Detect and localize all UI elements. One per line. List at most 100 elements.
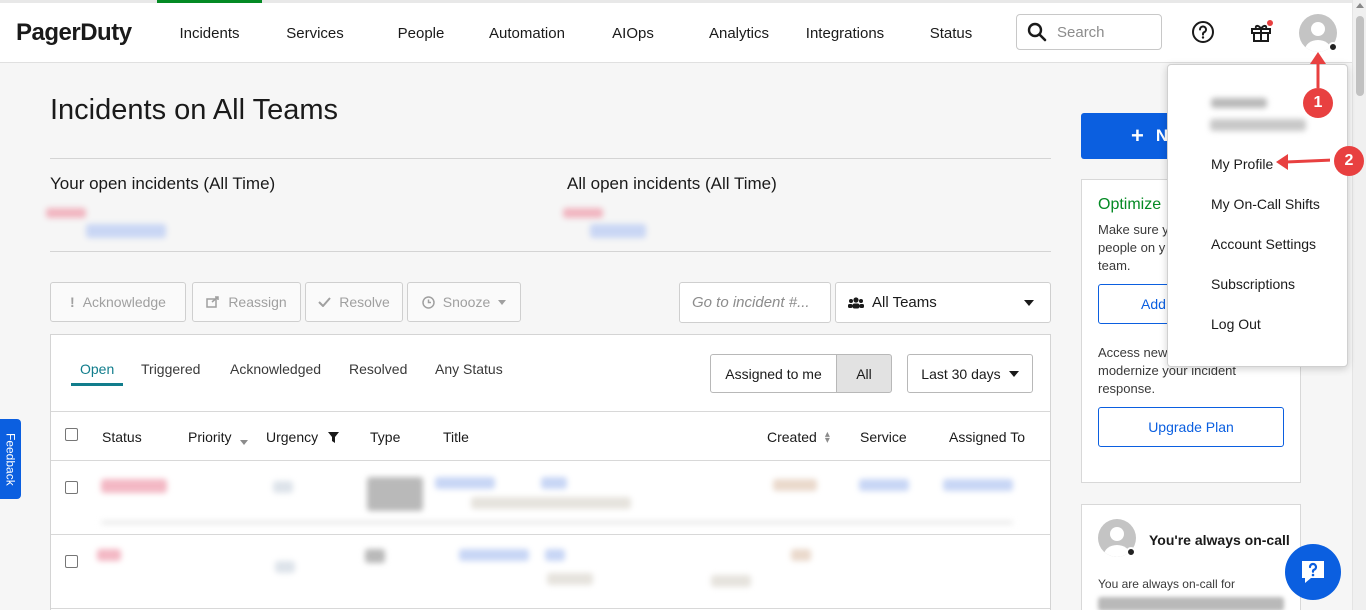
assigned-to-me-toggle[interactable]: Assigned to me bbox=[710, 354, 837, 393]
nav-integrations[interactable]: Integrations bbox=[796, 3, 894, 63]
blurred-cell bbox=[773, 479, 817, 491]
row-divider bbox=[51, 534, 1050, 535]
pagerduty-logo[interactable]: PagerDuty bbox=[16, 19, 132, 47]
reassign-label: Reassign bbox=[228, 294, 287, 310]
column-priority[interactable]: Priority bbox=[188, 429, 248, 445]
nav-people[interactable]: People bbox=[376, 3, 466, 63]
search-input[interactable]: Search bbox=[1016, 14, 1162, 50]
column-created-label: Created bbox=[767, 429, 817, 445]
top-navigation-bar: PagerDuty Incidents Services People Auto… bbox=[0, 0, 1352, 63]
blurred-cell bbox=[459, 549, 529, 561]
column-service[interactable]: Service bbox=[860, 429, 907, 445]
column-title[interactable]: Title bbox=[443, 429, 469, 445]
blurred-cell bbox=[435, 477, 495, 489]
nav-aiops[interactable]: AIOps bbox=[590, 3, 676, 63]
divider bbox=[50, 158, 1051, 159]
all-open-incidents-label: All open incidents (All Time) bbox=[567, 174, 777, 193]
sort-icon bbox=[239, 439, 248, 445]
menu-my-profile[interactable]: My Profile bbox=[1211, 156, 1273, 172]
annotation-badge-2: 2 bbox=[1334, 146, 1364, 176]
nav-automation[interactable]: Automation bbox=[476, 3, 578, 63]
plus-icon: + bbox=[1131, 123, 1144, 148]
blurred-count bbox=[590, 224, 646, 238]
nav-status[interactable]: Status bbox=[910, 3, 992, 63]
resolve-button[interactable]: Resolve bbox=[305, 282, 403, 322]
blurred-count bbox=[563, 208, 603, 218]
scrollbar-thumb[interactable] bbox=[1356, 16, 1364, 96]
select-all-checkbox[interactable] bbox=[65, 428, 78, 441]
resolve-label: Resolve bbox=[339, 294, 390, 310]
scroll-up-arrow-icon[interactable] bbox=[1356, 3, 1364, 8]
acknowledge-label: Acknowledge bbox=[82, 294, 166, 310]
your-open-incidents-label: Your open incidents (All Time) bbox=[50, 174, 276, 193]
help-chat-button[interactable] bbox=[1285, 544, 1341, 600]
blurred-cell bbox=[367, 477, 423, 511]
snooze-button[interactable]: Snooze bbox=[407, 282, 521, 322]
column-type[interactable]: Type bbox=[370, 429, 400, 445]
optimize-text: Make sure y people on y team. bbox=[1098, 222, 1169, 273]
blurred-cell bbox=[273, 481, 293, 493]
row-divider bbox=[51, 608, 1050, 609]
reassign-button[interactable]: Reassign bbox=[192, 282, 301, 322]
menu-subscriptions[interactable]: Subscriptions bbox=[1211, 276, 1295, 292]
date-range-select[interactable]: Last 30 days bbox=[907, 354, 1033, 393]
clock-icon bbox=[422, 295, 435, 309]
blurred-cell bbox=[547, 573, 593, 585]
team-selector[interactable]: All Teams bbox=[835, 282, 1051, 323]
blurred-cell bbox=[365, 549, 385, 563]
blurred-cell bbox=[943, 479, 1013, 491]
search-icon bbox=[1027, 22, 1047, 42]
blurred-cell bbox=[545, 549, 565, 561]
go-to-incident-input[interactable]: Go to incident #... bbox=[679, 282, 831, 323]
team-selector-value: All Teams bbox=[872, 294, 937, 311]
blurred-cell bbox=[859, 479, 909, 491]
chat-help-icon bbox=[1302, 561, 1324, 583]
tab-open[interactable]: Open bbox=[80, 361, 114, 377]
blurred-cell bbox=[711, 575, 751, 587]
feedback-tab[interactable]: Feedback bbox=[0, 419, 21, 499]
all-toggle[interactable]: All bbox=[836, 354, 892, 393]
sort-icon: ▴ ▾ bbox=[824, 429, 830, 447]
menu-log-out[interactable]: Log Out bbox=[1211, 316, 1261, 332]
caret-down-icon bbox=[1024, 299, 1034, 306]
status-dot bbox=[1126, 547, 1136, 557]
tab-triggered[interactable]: Triggered bbox=[141, 361, 200, 377]
nav-analytics[interactable]: Analytics bbox=[692, 3, 786, 63]
tab-acknowledged[interactable]: Acknowledged bbox=[230, 361, 321, 377]
menu-on-call-shifts[interactable]: My On-Call Shifts bbox=[1211, 196, 1320, 212]
menu-account-settings[interactable]: Account Settings bbox=[1211, 236, 1316, 252]
active-tab-indicator bbox=[71, 383, 123, 386]
row-checkbox[interactable] bbox=[65, 555, 78, 568]
acknowledge-button[interactable]: ! Acknowledge bbox=[50, 282, 186, 322]
upgrade-plan-button[interactable]: Upgrade Plan bbox=[1098, 407, 1284, 447]
column-created[interactable]: Created ▴ ▾ bbox=[767, 429, 830, 447]
annotation-badge-1: 1 bbox=[1303, 88, 1333, 118]
blurred-cell bbox=[97, 549, 121, 561]
column-assigned-to[interactable]: Assigned To bbox=[949, 429, 1025, 445]
on-call-text: You are always on-call for bbox=[1098, 577, 1235, 591]
divider bbox=[50, 251, 1051, 252]
blurred-cell bbox=[471, 497, 631, 509]
caret-down-icon bbox=[1008, 370, 1019, 377]
page-title: Incidents on All Teams bbox=[50, 94, 339, 126]
tab-resolved[interactable]: Resolved bbox=[349, 361, 407, 377]
nav-services[interactable]: Services bbox=[268, 3, 362, 63]
column-status[interactable]: Status bbox=[102, 429, 142, 445]
blurred-cell bbox=[791, 549, 811, 561]
blurred-cell bbox=[101, 521, 1013, 524]
nav-incidents[interactable]: Incidents bbox=[157, 0, 262, 63]
column-urgency[interactable]: Urgency bbox=[266, 429, 340, 445]
blurred-cell bbox=[1098, 597, 1284, 610]
users-icon bbox=[848, 296, 864, 308]
tab-any-status[interactable]: Any Status bbox=[435, 361, 503, 377]
column-urgency-label: Urgency bbox=[266, 429, 319, 445]
page-scrollbar[interactable] bbox=[1352, 0, 1366, 610]
row-checkbox[interactable] bbox=[65, 481, 78, 494]
help-icon[interactable] bbox=[1191, 20, 1215, 44]
blurred-cell bbox=[275, 561, 295, 573]
on-call-title: You're always on-call bbox=[1149, 532, 1290, 548]
blurred-count bbox=[86, 224, 166, 238]
filter-icon[interactable] bbox=[328, 432, 340, 443]
blurred-username bbox=[1211, 98, 1267, 108]
column-priority-label: Priority bbox=[188, 429, 232, 445]
